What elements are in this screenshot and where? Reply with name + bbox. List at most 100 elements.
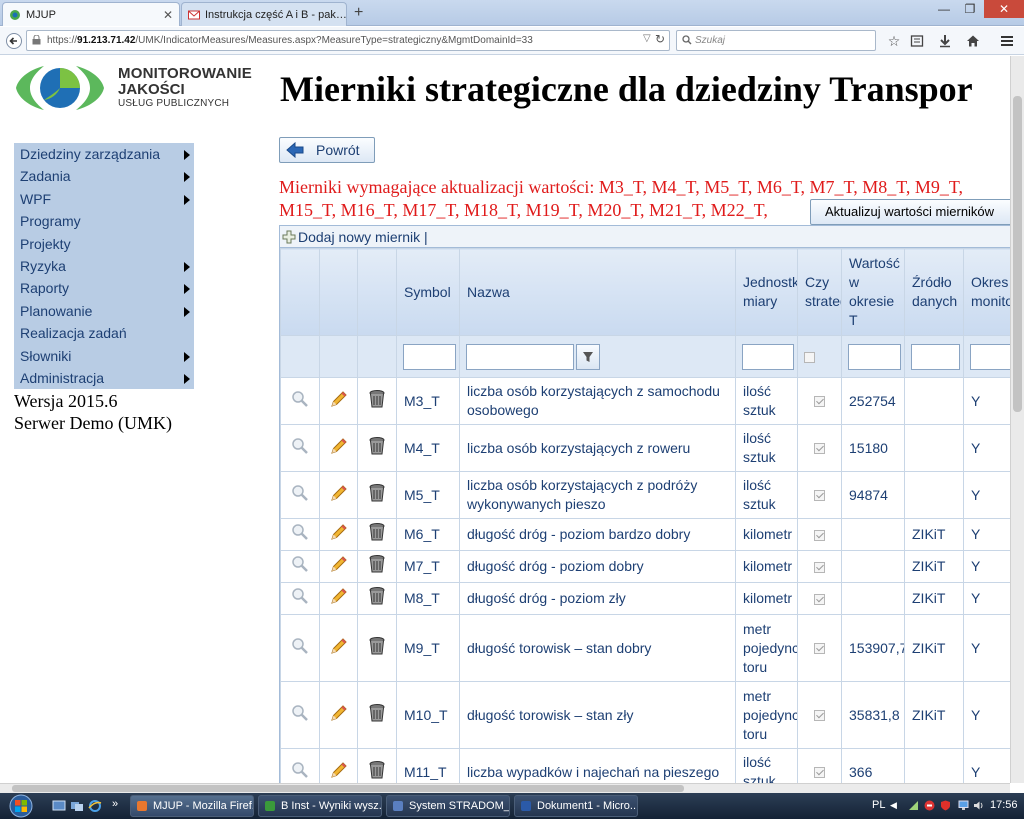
- sidebar-item-projekty[interactable]: Projekty: [14, 233, 194, 255]
- edit-pencil-icon[interactable]: [319, 424, 358, 472]
- delete-trash-icon[interactable]: [357, 550, 397, 583]
- symbol-filter-input[interactable]: [403, 343, 456, 370]
- edit-pencil-icon[interactable]: [319, 550, 358, 583]
- column-header-7[interactable]: Wartość w okresie T: [841, 248, 905, 336]
- view-details-icon[interactable]: [280, 424, 320, 472]
- horizontal-scrollbar[interactable]: [0, 783, 1010, 793]
- sidebar-item-dziedziny-zarządzania[interactable]: Dziedziny zarządzania: [14, 143, 194, 165]
- start-button-icon[interactable]: [4, 794, 38, 818]
- tab-mjup[interactable]: MJUP ✕: [2, 2, 180, 26]
- taskbar-task[interactable]: MJUP - Mozilla Firef...: [130, 795, 254, 817]
- delete-trash-icon[interactable]: [357, 471, 397, 519]
- quicklaunch-more-icon[interactable]: »: [112, 798, 118, 810]
- reload-icon[interactable]: ↻: [655, 32, 665, 46]
- cell-value: 153907,7: [841, 614, 905, 682]
- url-bar[interactable]: https://91.213.71.42/UMK/IndicatorMeasur…: [26, 30, 670, 51]
- delete-trash-icon[interactable]: [357, 582, 397, 615]
- close-tab-icon[interactable]: ✕: [163, 8, 173, 22]
- name-filter-input[interactable]: [466, 343, 574, 370]
- edit-pencil-icon[interactable]: [319, 681, 358, 749]
- download-icon[interactable]: [935, 31, 955, 51]
- column-header-8[interactable]: Źródło danych: [904, 248, 964, 336]
- delete-trash-icon[interactable]: [357, 518, 397, 551]
- update-values-button[interactable]: Aktualizuj wartości mierników: [810, 199, 1010, 225]
- sidebar-item-label: Zadania: [20, 168, 71, 185]
- mjup-logo[interactable]: MONITOROWANIE JAKOŚCI USŁUG PUBLICZNYCH: [14, 62, 274, 114]
- edit-pencil-icon[interactable]: [319, 471, 358, 519]
- sidebar-item-raporty[interactable]: Raporty: [14, 277, 194, 299]
- taskbar-task[interactable]: B Inst - Wyniki wysz...: [258, 795, 382, 817]
- table-row: M8_T długość dróg - poziom zły kilometr ZIK…: [280, 582, 1010, 615]
- add-measure-link[interactable]: Dodaj nowy miernik |: [298, 229, 428, 245]
- sidebar-item-programy[interactable]: Programy: [14, 210, 194, 232]
- taskbar-task[interactable]: Dokument1 - Micro...: [514, 795, 638, 817]
- horizontal-scroll-thumb[interactable]: [12, 785, 684, 792]
- internet-explorer-icon[interactable]: [88, 799, 102, 813]
- delete-trash-icon[interactable]: [357, 614, 397, 682]
- view-details-icon[interactable]: [280, 748, 320, 783]
- tray-expand-icon[interactable]: ◀: [890, 800, 901, 811]
- vertical-scroll-thumb[interactable]: [1013, 96, 1022, 412]
- language-indicator[interactable]: PL: [872, 799, 885, 811]
- vertical-scrollbar[interactable]: [1010, 56, 1024, 783]
- search-input[interactable]: Szukaj: [676, 30, 876, 51]
- source-filter-input[interactable]: [911, 343, 960, 370]
- windows-switcher-icon[interactable]: [70, 799, 84, 813]
- edit-pencil-icon[interactable]: [319, 614, 358, 682]
- sidebar-item-planowanie[interactable]: Planowanie: [14, 300, 194, 322]
- view-details-icon[interactable]: [280, 471, 320, 519]
- clock[interactable]: 17:56: [990, 799, 1018, 811]
- maximize-icon[interactable]: ❐: [956, 0, 984, 18]
- sidebar-item-administracja[interactable]: Administracja: [14, 367, 194, 389]
- column-header-4[interactable]: Nazwa: [459, 248, 736, 336]
- view-details-icon[interactable]: [280, 582, 320, 615]
- strategic-filter-checkbox[interactable]: [804, 351, 815, 363]
- view-details-icon[interactable]: [280, 518, 320, 551]
- menu-hamburger-icon[interactable]: [997, 31, 1017, 51]
- unit-filter-input[interactable]: [742, 343, 794, 370]
- delete-trash-icon[interactable]: [357, 377, 397, 425]
- new-tab-button[interactable]: +: [354, 4, 363, 22]
- edit-pencil-icon[interactable]: [319, 377, 358, 425]
- delete-trash-icon[interactable]: [357, 681, 397, 749]
- value-filter-input[interactable]: [848, 343, 901, 370]
- back-arrow-icon[interactable]: [4, 31, 24, 51]
- add-icon[interactable]: [282, 230, 296, 244]
- window-close-icon[interactable]: ✕: [984, 0, 1024, 18]
- view-details-icon[interactable]: [280, 681, 320, 749]
- bookmarks-list-icon[interactable]: [907, 31, 927, 51]
- sidebar-item-zadania[interactable]: Zadania: [14, 165, 194, 187]
- view-details-icon[interactable]: [280, 550, 320, 583]
- minimize-icon[interactable]: —: [930, 0, 958, 18]
- show-desktop-icon[interactable]: [52, 799, 66, 813]
- delete-trash-icon[interactable]: [357, 424, 397, 472]
- column-header-3[interactable]: Symbol: [396, 248, 460, 336]
- sidebar-item-ryzyka[interactable]: Ryzyka: [14, 255, 194, 277]
- sidebar-item-słowniki[interactable]: Słowniki: [14, 345, 194, 367]
- security-shield-icon[interactable]: [940, 800, 951, 811]
- taskbar-task[interactable]: System STRADOM_...: [386, 795, 510, 817]
- antivirus-icon[interactable]: [924, 800, 935, 811]
- edit-pencil-icon[interactable]: [319, 518, 358, 551]
- period-filter-input[interactable]: [970, 343, 1010, 370]
- back-button[interactable]: Powrót: [279, 137, 375, 163]
- submenu-arrow-icon: [184, 150, 190, 160]
- volume-icon[interactable]: [973, 800, 984, 811]
- column-header-6[interactable]: Czy strateg: [797, 248, 842, 336]
- column-header-9[interactable]: Okres monito: [963, 248, 1010, 336]
- view-details-icon[interactable]: [280, 377, 320, 425]
- view-details-icon[interactable]: [280, 614, 320, 682]
- home-icon[interactable]: [963, 31, 983, 51]
- bookmark-star-icon[interactable]: ☆: [884, 31, 904, 51]
- sidebar-item-realizacja-zadań[interactable]: Realizacja zadań: [14, 322, 194, 344]
- name-filter-button[interactable]: [576, 343, 600, 370]
- sidebar-item-wpf[interactable]: WPF: [14, 188, 194, 210]
- network-icon[interactable]: [908, 800, 919, 811]
- column-header-5[interactable]: Jednostka miary: [735, 248, 798, 336]
- edit-pencil-icon[interactable]: [319, 582, 358, 615]
- delete-trash-icon[interactable]: [357, 748, 397, 783]
- network-monitor-icon[interactable]: [958, 800, 969, 811]
- edit-pencil-icon[interactable]: [319, 748, 358, 783]
- tab-instrukcja[interactable]: Instrukcja część A i B - pak… ✕: [181, 2, 347, 26]
- url-dropdown-icon[interactable]: ▽: [643, 33, 651, 44]
